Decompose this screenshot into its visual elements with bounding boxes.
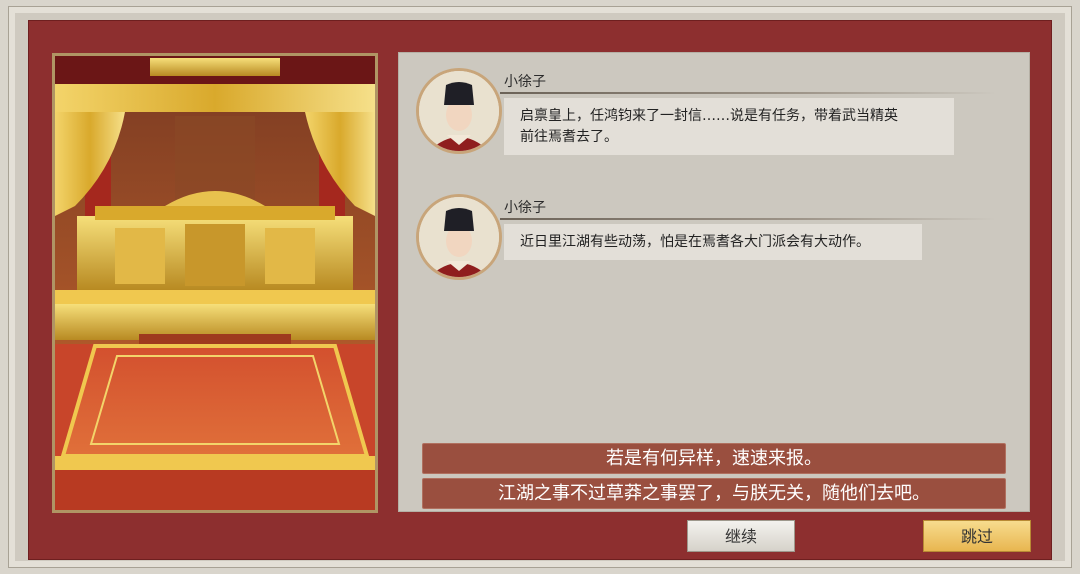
message-text-line: 前往焉耆去了。 [520, 129, 618, 145]
message-1: 小徐子 启禀皇上，任鸿钧来了一封信……说是有任务，带着武当精英 前往焉耆去了。 [416, 68, 1016, 164]
speaker-name: 小徐子 [504, 74, 546, 90]
divider [500, 218, 996, 220]
avatar [416, 68, 502, 154]
message-text-line: 启禀皇上，任鸿钧来了一封信……说是有任务，带着武当精英 [520, 108, 898, 124]
eunuch-portrait-icon [419, 71, 499, 151]
message-bubble: 启禀皇上，任鸿钧来了一封信……说是有任务，带着武当精英 前往焉耆去了。 [504, 98, 954, 155]
divider [500, 92, 996, 94]
throne-room-scene [52, 53, 378, 513]
message-bubble: 近日里江湖有些动荡，怕是在焉耆各大门派会有大动作。 [504, 224, 922, 260]
eunuch-portrait-icon [419, 197, 499, 277]
skip-button[interactable]: 跳过 [923, 520, 1031, 552]
choice-option-1[interactable]: 若是有何异样，速速来报。 [422, 443, 1006, 474]
throne-room-illustration [55, 56, 375, 510]
message-text-line: 近日里江湖有些动荡，怕是在焉耆各大门派会有大动作。 [520, 234, 870, 250]
avatar [416, 194, 502, 280]
speaker-name: 小徐子 [504, 200, 546, 216]
message-2: 小徐子 近日里江湖有些动荡，怕是在焉耆各大门派会有大动作。 [416, 194, 1016, 290]
choice-option-2[interactable]: 江湖之事不过草莽之事罢了，与朕无关，随他们去吧。 [422, 478, 1006, 509]
continue-button[interactable]: 继续 [687, 520, 795, 552]
